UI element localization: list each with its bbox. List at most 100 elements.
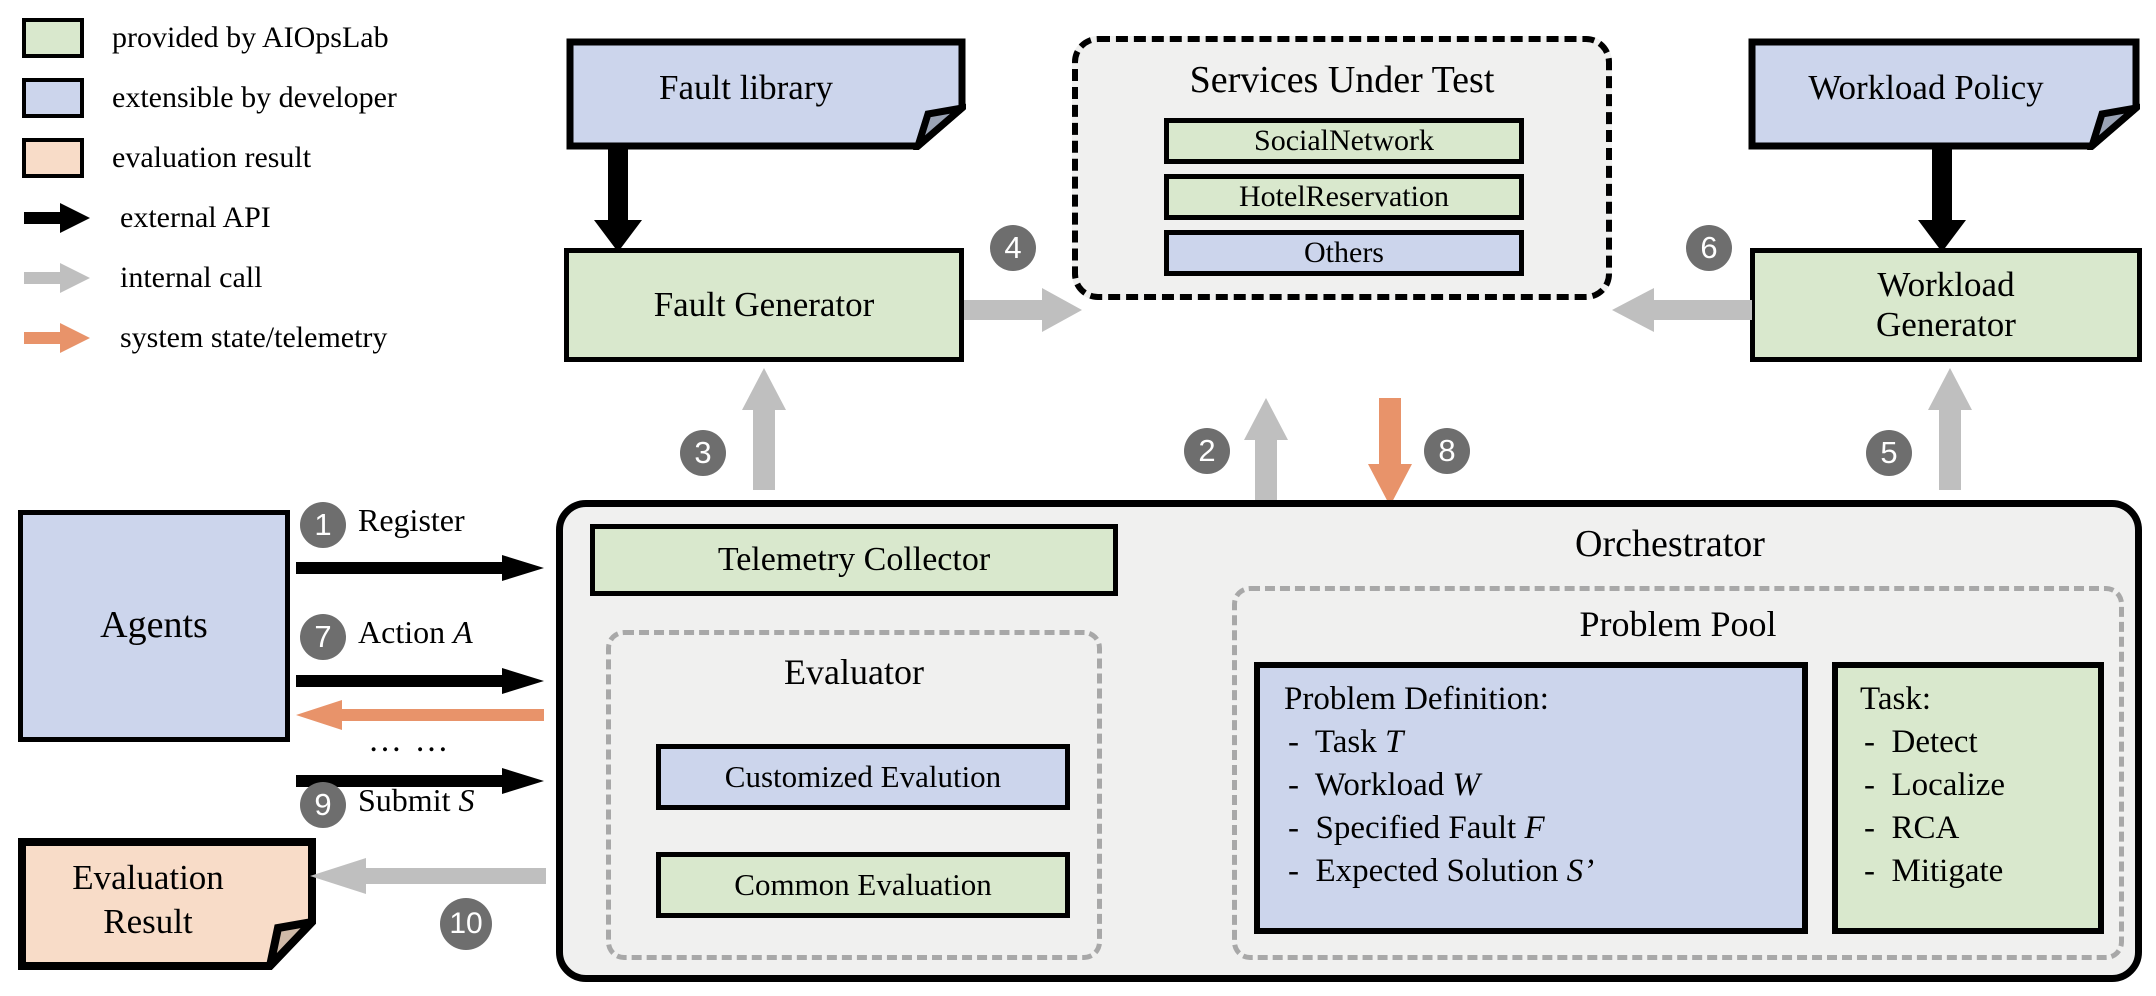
problem-definition-heading: Problem Definition: (1284, 681, 1549, 717)
task-item-detect: - Detect (1864, 723, 1978, 760)
agents-label: Agents (100, 604, 208, 647)
legend-swatch-peach (22, 138, 84, 178)
pd-item-2-text: Specified Fault (1315, 809, 1525, 846)
workload-policy-label: Workload Policy (1808, 68, 2044, 107)
evaluator-title: Evaluator (784, 652, 924, 692)
step9-label-text: Submit (358, 782, 459, 818)
step7-label-var: A (453, 614, 473, 650)
service-hotelreservation: HotelReservation (1164, 174, 1524, 220)
badge-8: 8 (1424, 428, 1470, 474)
badge-6: 6 (1686, 225, 1732, 271)
arrow-orchestrator-to-fault-generator (742, 368, 786, 490)
pd-item-0-text: Task (1314, 723, 1385, 760)
step9-label: Submit S (358, 782, 474, 819)
service-others-label: Others (1304, 235, 1384, 269)
arrow-workload-policy-to-generator (1918, 146, 1966, 252)
workload-generator-label-line2: Generator (1876, 305, 2016, 344)
gray-arrow-icon (22, 261, 92, 295)
problem-definition-item-task: - Task T (1288, 723, 1404, 760)
service-socialnetwork: SocialNetwork (1164, 118, 1524, 164)
black-arrow-icon (22, 201, 92, 235)
legend-label-provided: provided by AIOpsLab (112, 21, 389, 54)
fault-generator-node: Fault Generator (564, 248, 964, 362)
pd-item-3-var: S’ (1566, 852, 1595, 889)
legend-swatch-blue (22, 78, 84, 118)
arrow-action (296, 668, 544, 694)
step9-label-var: S (458, 782, 475, 818)
pd-item-1-text: Workload (1314, 766, 1453, 803)
step7-label-text: Action (358, 614, 454, 650)
telemetry-collector-label: Telemetry Collector (717, 541, 991, 579)
evaluation-result-node: Evaluation Result (18, 838, 316, 970)
common-evaluation-node: Common Evaluation (656, 852, 1070, 918)
evaluation-result-label-line1: Evaluation (72, 858, 224, 898)
service-socialnetwork-label: SocialNetwork (1254, 123, 1434, 157)
legend-label-external-api: external API (120, 201, 271, 234)
legend-item-extensible: extensible by developer (18, 70, 438, 126)
customized-evaluation-node: Customized Evalution (656, 744, 1070, 810)
sequence-ellipsis: … … (368, 722, 451, 759)
legend-label-internal-call: internal call (120, 261, 263, 294)
legend-swatch-green (22, 18, 84, 58)
legend-item-internal-call: internal call (18, 250, 438, 306)
problem-definition-item-workload: - Workload W (1288, 766, 1480, 803)
legend: provided by AIOpsLab extensible by devel… (18, 10, 438, 370)
legend-label-extensible: extensible by developer (112, 81, 397, 114)
orange-arrow-icon (22, 321, 92, 355)
arrow-orchestrator-to-workload-generator (1928, 368, 1972, 490)
agents-node: Agents (18, 510, 290, 742)
task-item-2-text: RCA (1891, 809, 1960, 846)
legend-item-provided: provided by AIOpsLab (18, 10, 438, 66)
workload-generator-label-line1: Workload (1877, 264, 2015, 304)
problem-definition-item-solution: - Expected Solution S’ (1288, 852, 1595, 889)
task-content: Task: - Detect - Localize - RCA - Mitiga… (1860, 678, 2110, 892)
task-heading: Task: (1860, 681, 1932, 717)
evaluation-result-label-line2: Result (103, 902, 193, 941)
badge-2: 2 (1184, 428, 1230, 474)
task-item-0-text: Detect (1891, 723, 1978, 760)
step7-label: Action A (358, 614, 473, 651)
task-item-3-text: Mitigate (1891, 852, 2004, 889)
common-evaluation-label: Common Evaluation (734, 867, 992, 903)
service-others: Others (1164, 230, 1524, 276)
arrow-sut-telemetry-out (1368, 398, 1412, 506)
badge-7: 7 (300, 614, 346, 660)
pd-item-3-text: Expected Solution (1315, 852, 1567, 889)
problem-pool-title: Problem Pool (1579, 604, 1777, 644)
task-item-localize: - Localize (1864, 766, 2006, 803)
badge-4: 4 (990, 225, 1036, 271)
services-under-test-title: Services Under Test (1189, 59, 1495, 101)
fault-library-label: Fault library (659, 68, 833, 107)
customized-evaluation-label: Customized Evalution (724, 759, 1002, 795)
task-item-mitigate: - Mitigate (1864, 852, 2004, 889)
workload-generator-node: Workload Generator (1750, 248, 2142, 362)
fault-library-node: Fault library (566, 38, 966, 150)
badge-10: 10 (440, 898, 492, 950)
arrow-register (296, 555, 544, 581)
legend-item-evaluation-result: evaluation result (18, 130, 438, 186)
badge-3: 3 (680, 430, 726, 476)
pd-item-2-var: F (1524, 809, 1545, 846)
arrow-evaluator-to-result (310, 858, 546, 894)
badge-9: 9 (300, 782, 346, 828)
problem-definition-content: Problem Definition: - Task T - Workload … (1284, 678, 1804, 892)
arrow-fault-library-to-generator (594, 146, 642, 252)
badge-1: 1 (300, 502, 346, 548)
legend-item-external-api: external API (18, 190, 438, 246)
workload-policy-node: Workload Policy (1748, 38, 2140, 150)
service-hotelreservation-label: HotelReservation (1239, 179, 1449, 213)
orchestrator-title: Orchestrator (1575, 523, 1765, 565)
legend-item-telemetry: system state/telemetry (18, 310, 438, 366)
task-item-rca: - RCA (1864, 809, 1960, 846)
pd-item-1-var: W (1452, 766, 1480, 803)
arrow-orchestrator-to-sut (1244, 398, 1288, 506)
problem-definition-item-fault: - Specified Fault F (1288, 809, 1545, 846)
badge-5: 5 (1866, 430, 1912, 476)
arrow-fault-generator-to-sut (964, 288, 1082, 332)
legend-label-evaluation-result: evaluation result (112, 141, 312, 174)
arrow-workload-generator-to-sut (1612, 288, 1752, 332)
fault-generator-label: Fault Generator (653, 284, 875, 324)
legend-label-telemetry: system state/telemetry (120, 321, 388, 354)
pd-item-0-var: T (1385, 723, 1404, 760)
step1-label: Register (358, 502, 465, 538)
